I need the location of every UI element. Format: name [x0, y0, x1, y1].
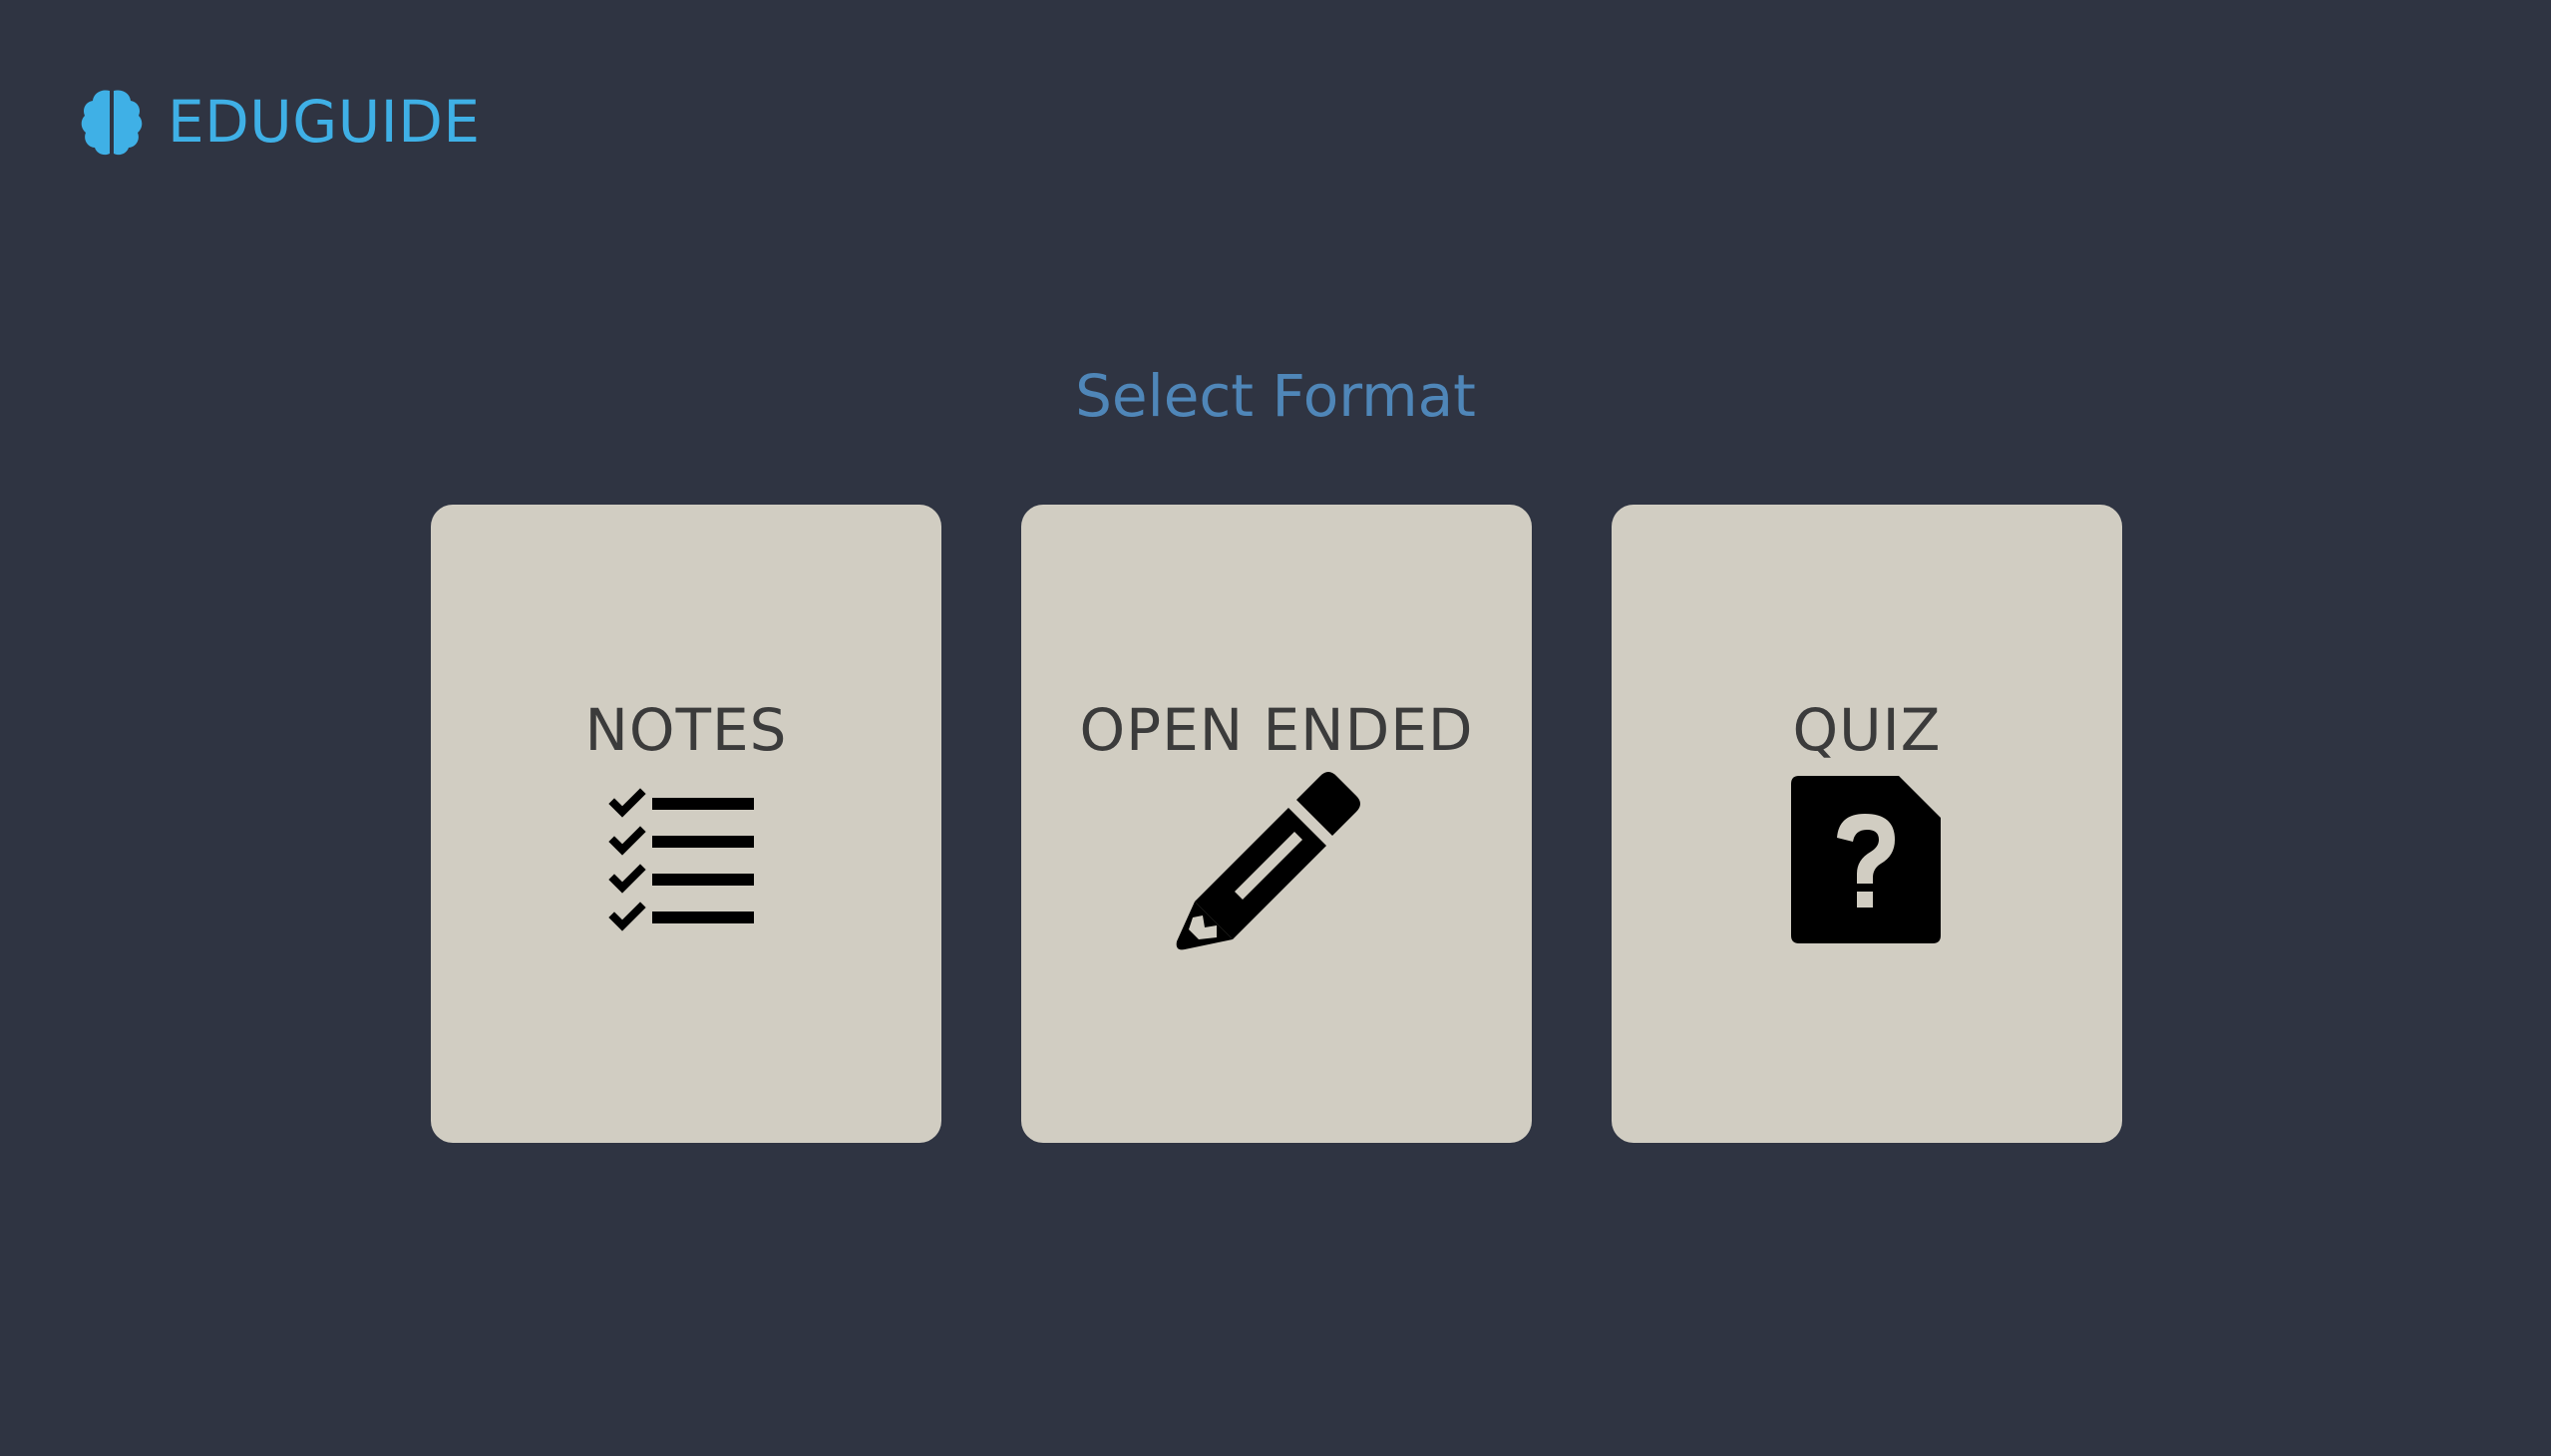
page-title: Select Format [1075, 362, 1476, 430]
format-card-open-ended[interactable]: OPEN ENDED [1021, 505, 1532, 1143]
format-card-label: QUIZ [1792, 696, 1942, 764]
page: EDUGUIDE Select Format NOTES OPEN ENDED [0, 0, 2551, 1456]
format-card-label: OPEN ENDED [1079, 696, 1474, 764]
format-card-quiz[interactable]: QUIZ [1612, 505, 2122, 1143]
question-file-icon [1791, 776, 1941, 943]
format-card-notes[interactable]: NOTES [431, 505, 941, 1143]
brand-name: EDUGUIDE [168, 88, 481, 156]
brain-icon [81, 90, 143, 156]
pencil-icon [1176, 772, 1360, 950]
brand-logo[interactable]: EDUGUIDE [80, 86, 481, 158]
format-card-label: NOTES [584, 696, 788, 764]
checklist-icon [608, 788, 754, 931]
